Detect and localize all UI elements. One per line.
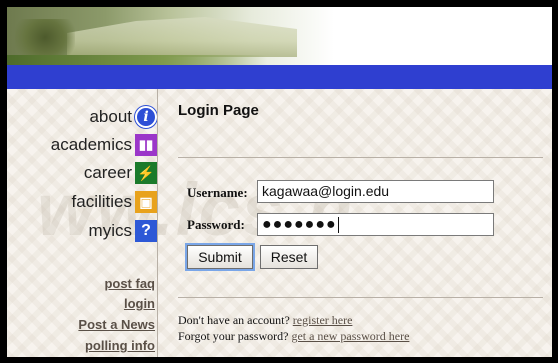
person-icon: ? [135,220,157,242]
computer-icon: ▣ [135,191,157,213]
header-blue-bar [7,65,552,89]
login-link[interactable]: login [124,296,155,311]
sidebar-item-label: myics [88,221,132,240]
forgot-password-line: Forgot your password? get a new password… [178,329,409,344]
lawn-image [7,55,267,65]
content-area: ww.ics.h about i academics ▮▮ career ⚡ f… [7,89,552,357]
submit-button[interactable]: Submit [187,245,253,269]
username-label: Username: [187,185,248,200]
reset-button[interactable]: Reset [260,245,318,269]
sidebar-item-label: about [89,107,132,126]
campus-building-image [67,17,297,57]
title-divider [178,157,543,158]
sidebar-item-facilities[interactable]: facilities ▣ [72,188,157,216]
browser-page: ww.ics.h about i academics ▮▮ career ⚡ f… [7,7,552,357]
sidebar-item-about[interactable]: about i [89,103,157,131]
password-mask: ●●●●●●● [262,216,337,233]
ladder-icon: ⚡ [135,162,157,184]
post-faq-link[interactable]: post faq [104,276,155,291]
text-caret [337,216,339,233]
sidebar-item-career[interactable]: career ⚡ [84,159,157,187]
sidebar-item-label: academics [50,135,132,154]
sidebar: about i academics ▮▮ career ⚡ facilities… [7,89,157,357]
register-link[interactable]: register here [293,313,353,327]
username-input[interactable]: kagawaa@login.edu [257,180,494,203]
sidebar-item-myics[interactable]: myics ? [89,217,157,245]
new-password-link[interactable]: get a new password here [291,329,409,343]
sidebar-divider [157,89,158,357]
register-line: Don't have an account? register here [178,313,352,328]
password-label: Password: [187,217,245,232]
page-title: Login Page [178,102,259,119]
sidebar-item-label: career [83,163,132,182]
polling-info-link[interactable]: polling info [85,338,155,353]
bottom-divider [178,297,543,298]
sidebar-item-academics[interactable]: academics ▮▮ [51,131,157,159]
password-input[interactable]: ●●●●●●● [257,213,494,236]
header-banner [7,7,552,65]
sidebar-item-label: facilities [71,192,132,211]
no-account-text: Don't have an account? [178,313,290,327]
forgot-password-text: Forgot your password? [178,329,289,343]
post-news-link[interactable]: Post a News [78,317,155,332]
info-icon: i [135,106,157,128]
book-icon: ▮▮ [135,134,157,156]
